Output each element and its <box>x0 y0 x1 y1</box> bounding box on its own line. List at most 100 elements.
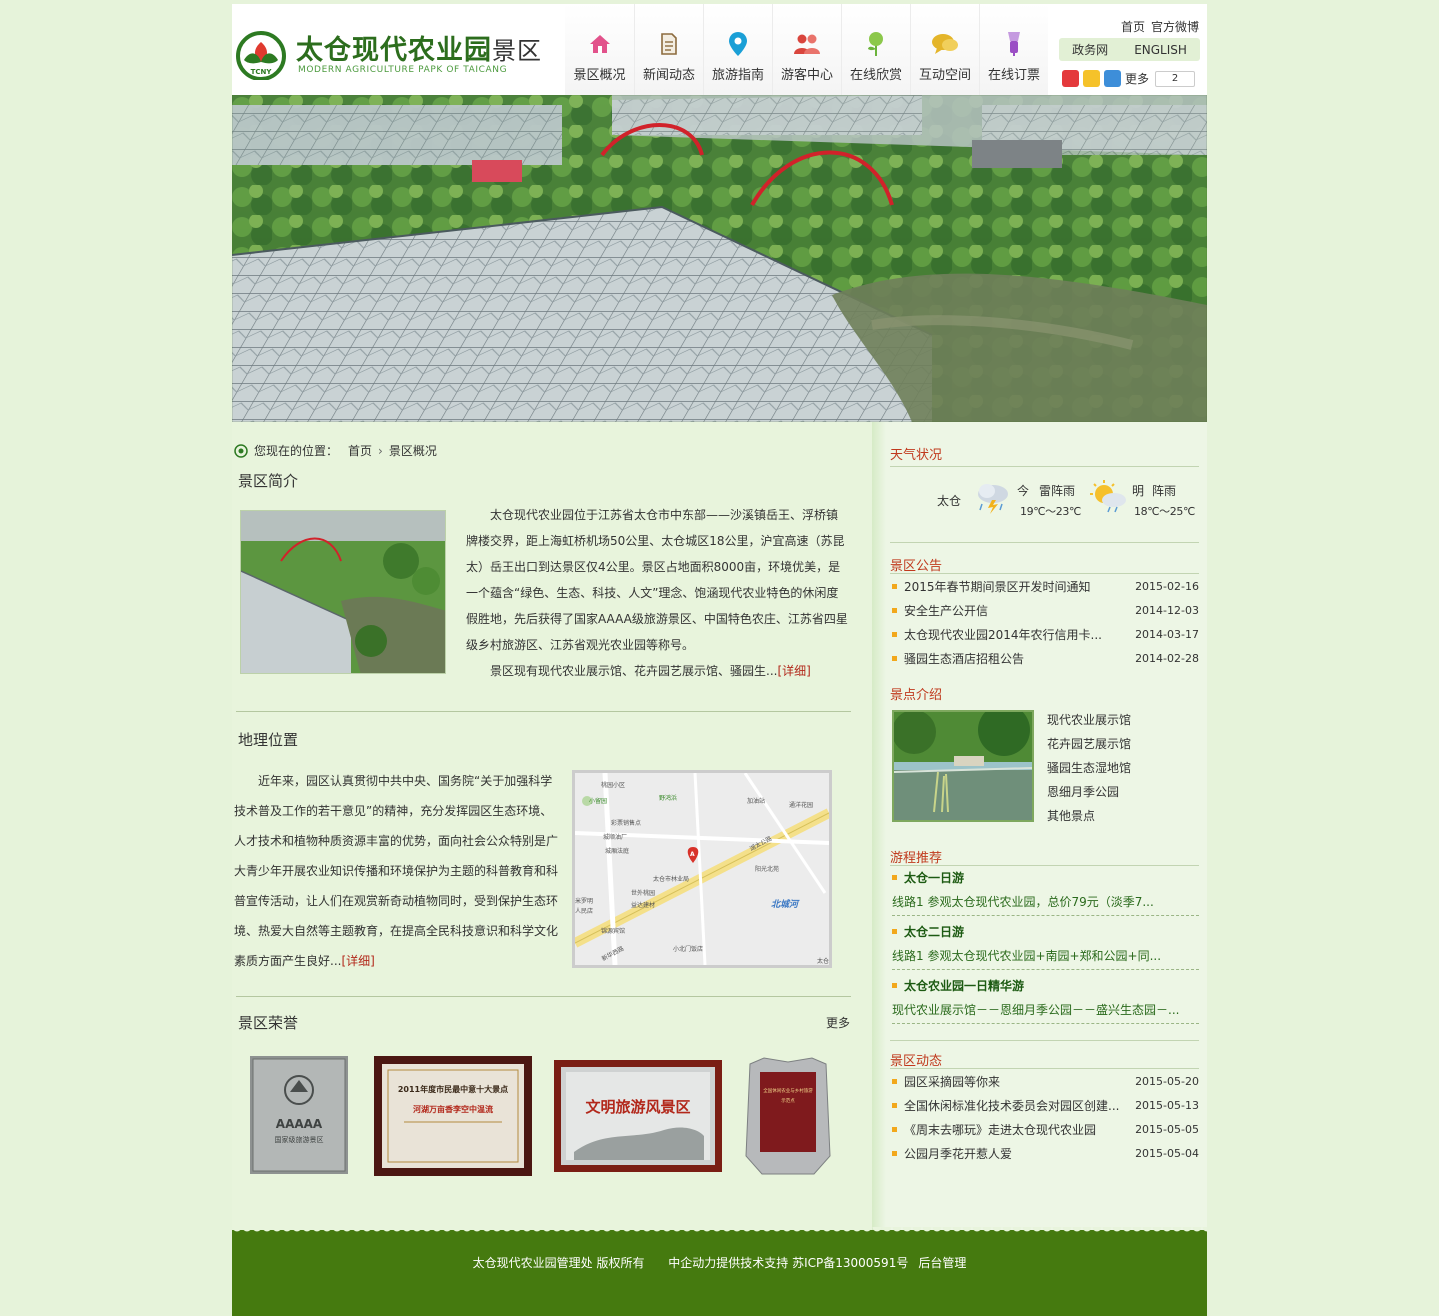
spots-title: 景点介绍 <box>890 688 943 703</box>
nav-label: 互动空间 <box>918 68 971 83</box>
intro-detail-link[interactable]: [详细] <box>777 664 810 678</box>
spot-item[interactable]: 恩细月季公园 <box>1047 780 1131 804</box>
geo-detail-link[interactable]: [详细] <box>341 954 374 968</box>
notice-date: 2014-03-17 <box>1135 628 1199 641</box>
route-desc[interactable]: 线路1 参观太仓现代农业园，总价79元（淡季7... <box>892 890 1199 916</box>
section-rule <box>890 1040 1199 1041</box>
footer-copyright: 太仓现代农业园管理处 版权所有 <box>472 1256 645 1270</box>
honors-more-link[interactable]: 更多 <box>826 1014 850 1031</box>
gov-link[interactable]: 政务网 <box>1072 41 1108 58</box>
map-pin-icon <box>724 30 752 58</box>
nav-item-overview[interactable]: 景区概况 <box>565 4 634 95</box>
weather-widget: 太仓 今 雷阵雨 19℃～23℃ 明 阵雨 18℃～25℃ <box>890 476 1199 520</box>
spot-item[interactable]: 花卉园艺展示馆 <box>1047 732 1131 756</box>
intro-photo[interactable] <box>240 510 446 674</box>
map-label: 彩票销售点 <box>611 819 641 827</box>
english-link[interactable]: ENGLISH <box>1134 43 1187 57</box>
award-civilized-scenic-area[interactable]: 文明旅游风景区 <box>554 1060 722 1172</box>
nav-item-online-view[interactable]: 在线欣赏 <box>841 4 910 95</box>
nav-item-booking[interactable]: 在线订票 <box>979 4 1048 95</box>
intro-text: 太仓现代农业园位于江苏省太仓市中东部——沙溪镇岳王、浮桥镇牌楼交界，距上海虹桥机… <box>466 502 848 684</box>
thunderstorm-icon <box>978 484 1008 514</box>
list-item[interactable]: 安全生产公开信 2014-12-03 <box>892 599 1199 623</box>
notice-title[interactable]: 太仓现代农业园2014年农行信用卡... <box>904 623 1102 647</box>
spot-item[interactable]: 骚园生态湿地馆 <box>1047 756 1131 780</box>
award-plaque-image: 全国休闲农业与乡村旅游 示范点 <box>745 1057 831 1175</box>
award-text: 示范点 <box>781 1097 795 1104</box>
route-title[interactable]: 太仓农业园一日精华游 <box>892 974 1199 998</box>
spot-item[interactable]: 现代农业展示馆 <box>1047 708 1131 732</box>
list-item[interactable]: 太仓现代农业园2014年农行信用卡... 2014-03-17 <box>892 623 1199 647</box>
route-desc[interactable]: 线路1 参观太仓现代农业园+南园+郑和公园+同... <box>892 944 1199 970</box>
map-label: 桃园小区 <box>601 781 625 789</box>
share-more[interactable]: 更多 <box>1125 70 1149 87</box>
map-label: 小留园 <box>589 797 607 805</box>
list-item[interactable]: 公园月季花开惹人爱 2015-05-04 <box>892 1142 1199 1166</box>
breadcrumb-current: 景区概况 <box>388 444 437 458</box>
footer-admin-link[interactable]: 后台管理 <box>918 1256 966 1270</box>
spots-list: 现代农业展示馆 花卉园艺展示馆 骚园生态湿地馆 恩细月季公园 其他景点 <box>1047 708 1131 828</box>
nav-item-visitor-center[interactable]: 游客中心 <box>772 4 841 95</box>
house-icon <box>586 30 614 58</box>
award-leisure-agriculture[interactable]: 全国休闲农业与乡村旅游 示范点 <box>744 1056 832 1176</box>
award-text: 全国休闲农业与乡村旅游 <box>763 1087 813 1094</box>
logo-subtitle: MODERN AGRICULTURE PAPK OF TAICANG <box>298 65 508 75</box>
location-map[interactable]: 桃园小区 小留园 野鸿浜 加油站 通洋花园 彩票销售点 城顺油厂 城厢法庭 湖太… <box>572 770 832 968</box>
site-logo[interactable]: TCNY 太仓现代农业园景区 MODERN AGRICULTURE PAPK O… <box>232 28 562 83</box>
logo-title-suffix: 景区 <box>492 37 542 65</box>
qzone-share-icon[interactable] <box>1083 70 1100 87</box>
nav-item-guide[interactable]: 旅游指南 <box>703 4 772 95</box>
list-item[interactable]: 全国休闲标准化技术委员会对园区创建... 2015-05-13 <box>892 1094 1199 1118</box>
weibo-link[interactable]: 官方微博 <box>1151 20 1199 34</box>
notice-title[interactable]: 安全生产公开信 <box>904 599 988 623</box>
list-item[interactable]: 《周末去哪玩》走进太仓现代农业园 2015-05-05 <box>892 1118 1199 1142</box>
home-link[interactable]: 首页 <box>1121 20 1145 34</box>
footer-scallop-edge <box>232 1227 1207 1235</box>
emblem-text: TCNY <box>251 68 273 76</box>
site-header: TCNY 太仓现代农业园景区 MODERN AGRICULTURE PAPK O… <box>232 4 1207 95</box>
news-item-title[interactable]: 《周末去哪玩》走进太仓现代农业园 <box>904 1118 1096 1142</box>
route-title[interactable]: 太仓二日游 <box>892 920 1199 944</box>
location-icon <box>234 443 248 458</box>
intro-paragraph-1: 太仓现代农业园位于江苏省太仓市中东部——沙溪镇岳王、浮桥镇牌楼交界，距上海虹桥机… <box>466 508 848 652</box>
weather-today-desc: 雷阵雨 <box>1039 484 1076 498</box>
spot-photo[interactable] <box>892 710 1034 822</box>
notice-title[interactable]: 2015年春节期间景区开发时间通知 <box>904 575 1091 599</box>
list-item[interactable]: 园区采摘园等你来 2015-05-20 <box>892 1070 1199 1094</box>
award-aaaaa[interactable]: AAAAA 国家级旅游景区 <box>250 1056 348 1174</box>
route-desc[interactable]: 现代农业展示馆－－恩细月季公园－－盛兴生态园－... <box>892 998 1199 1024</box>
bullet-icon <box>892 1103 897 1108</box>
footer-text: 太仓现代农业园管理处 版权所有 中企动力提供技术支持 苏ICP备13000591… <box>232 1254 1207 1271</box>
banner-landscape-image <box>232 95 1207 422</box>
language-bar: 政务网 ENGLISH <box>1059 38 1200 61</box>
share-count: 2 <box>1155 70 1196 87</box>
nav-item-interaction[interactable]: 互动空间 <box>910 4 979 95</box>
news-item-title[interactable]: 全国休闲标准化技术委员会对园区创建... <box>904 1094 1119 1118</box>
nav-label: 游客中心 <box>780 68 833 83</box>
bullet-icon <box>892 608 897 613</box>
notice-title[interactable]: 骚园生态酒店招租公告 <box>904 647 1024 671</box>
news-item-title[interactable]: 公园月季花开惹人爱 <box>904 1142 1012 1166</box>
award-top-ten[interactable]: 2011年度市民最中意十大景点 河湖万亩香李空中温流 <box>374 1056 532 1176</box>
list-item[interactable]: 2015年春节期间景区开发时间通知 2015-02-16 <box>892 575 1199 599</box>
nav-label: 新闻动态 <box>642 68 695 83</box>
news-item-title[interactable]: 园区采摘园等你来 <box>904 1070 1000 1094</box>
map-label: 野鸿浜 <box>659 794 677 802</box>
chat-bubble-icon <box>931 30 959 58</box>
nav-item-news[interactable]: 新闻动态 <box>634 4 703 95</box>
bullet-icon <box>892 875 897 880</box>
map-label: 太仓市林业局 <box>653 875 689 883</box>
spot-landscape-image <box>894 712 1032 820</box>
bullet-icon <box>892 656 897 661</box>
breadcrumb-home[interactable]: 首页 <box>348 442 372 459</box>
route-title[interactable]: 太仓一日游 <box>892 866 1199 890</box>
spot-item[interactable]: 其他景点 <box>1047 804 1131 828</box>
weather-tomorrow-temp: 18℃～25℃ <box>1134 505 1195 518</box>
section-divider <box>236 996 851 997</box>
list-item[interactable]: 骚园生态酒店招租公告 2014-02-28 <box>892 647 1199 671</box>
award-plaque-image: 文明旅游风景区 <box>554 1060 722 1172</box>
chevron-right-icon: › <box>378 443 383 458</box>
award-plaque-image: 2011年度市民最中意十大景点 河湖万亩香李空中温流 <box>374 1056 532 1176</box>
weibo-share-icon[interactable] <box>1062 70 1079 87</box>
plus-share-icon[interactable] <box>1104 70 1121 87</box>
